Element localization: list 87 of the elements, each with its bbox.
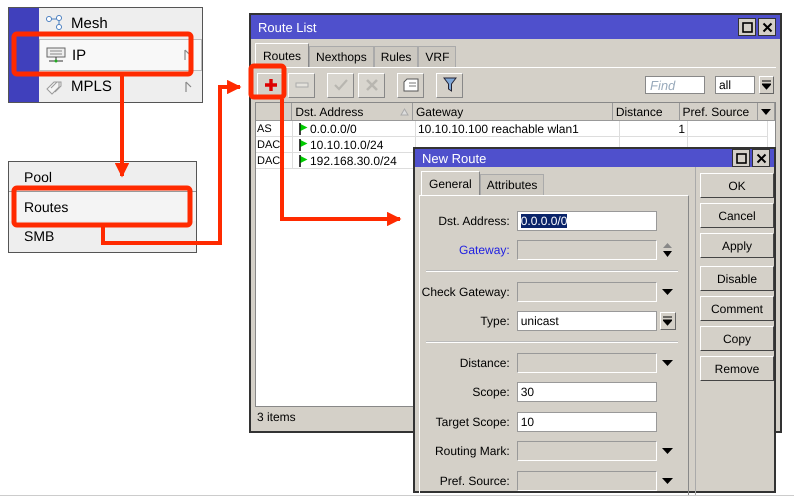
dialog-button[interactable]: OK — [700, 173, 774, 198]
dropdown-button[interactable] — [660, 312, 676, 330]
tab[interactable]: Routes — [255, 43, 310, 67]
maximize-button[interactable] — [738, 18, 756, 36]
table-cell: DAC — [257, 154, 280, 166]
dialog-button[interactable]: Disable — [700, 266, 774, 291]
input-field[interactable] — [516, 240, 658, 260]
table-cell: 10.10.10.100 reachable wlan1 — [418, 122, 579, 136]
input-field[interactable]: 0.0.0.0/0 — [516, 210, 658, 231]
field-label: Target Scope: — [434, 414, 511, 429]
maximize-icon — [736, 152, 746, 164]
input-field[interactable]: 30 — [516, 382, 658, 402]
find-field[interactable]: Find — [645, 76, 705, 94]
table-cell: 192.168.30.0/24 — [310, 154, 397, 168]
status-text: 3 items — [257, 410, 296, 424]
column-header[interactable] — [256, 103, 292, 121]
field-label: Scope: — [471, 385, 511, 400]
spinner-arrows-icon[interactable] — [662, 242, 674, 258]
caret-icon — [761, 108, 771, 114]
menu-item[interactable]: IP — [39, 38, 202, 72]
tab[interactable]: VRF — [418, 46, 456, 67]
menu-item[interactable]: MPLS — [39, 71, 202, 102]
menu-item[interactable]: Pool — [9, 162, 196, 191]
tab[interactable]: Nexthops — [309, 46, 374, 67]
close-icon — [762, 22, 772, 32]
field-label: Check Gateway: — [420, 284, 511, 299]
column-header[interactable]: Gateway — [412, 103, 613, 121]
tab[interactable]: Rules — [374, 46, 418, 67]
flag-icon — [299, 154, 308, 166]
filter-icon — [442, 77, 456, 93]
dialog-button[interactable]: Copy — [700, 326, 774, 351]
dropdown-arrow-icon[interactable] — [662, 448, 674, 454]
check-icon — [334, 78, 348, 92]
field-label: Dst. Address: — [437, 214, 511, 228]
dropdown-field[interactable] — [516, 282, 658, 302]
menu-item[interactable]: Routes — [9, 191, 196, 221]
dropdown-field[interactable] — [516, 352, 658, 373]
column-header[interactable]: Dst. Address — [292, 103, 413, 121]
table-cell: 1 — [678, 122, 685, 136]
cross-icon — [364, 78, 378, 92]
column-menu-button[interactable] — [758, 103, 775, 121]
dropdown-field[interactable]: unicast — [516, 311, 658, 332]
tab[interactable]: Attributes — [480, 174, 544, 195]
table-cell: 0.0.0.0/0 — [310, 122, 357, 136]
maximize-button[interactable] — [732, 149, 750, 167]
table-cell: AS — [257, 122, 272, 134]
filter-dropdown[interactable]: all — [715, 76, 755, 94]
dropdown-arrow-icon[interactable] — [662, 478, 674, 484]
field-label: Distance: — [458, 356, 511, 370]
column-header[interactable]: Pref. Source — [680, 103, 758, 121]
field-label: Type: — [479, 314, 511, 328]
dialog-button[interactable]: Cancel — [700, 203, 774, 228]
input-field[interactable]: 10 — [516, 412, 658, 432]
dialog-button[interactable]: Apply — [700, 233, 774, 258]
tab[interactable]: General — [421, 171, 480, 195]
close-button[interactable] — [758, 18, 776, 36]
note-icon — [402, 78, 418, 92]
caret-icon — [762, 80, 771, 90]
field-label: Routing Mark: — [434, 444, 511, 458]
dropdown-arrow-icon[interactable] — [662, 360, 674, 366]
close-icon — [756, 152, 766, 164]
toolbar-button[interactable] — [397, 72, 424, 98]
menu-item[interactable]: SMB — [9, 221, 196, 250]
window-title: Route List — [258, 20, 318, 34]
flag-icon — [299, 138, 308, 150]
monitor-icon — [46, 47, 66, 63]
dialog-button[interactable]: Comment — [700, 296, 774, 321]
maximize-icon — [742, 22, 752, 32]
column-header[interactable]: Distance — [612, 103, 680, 121]
dropdown-arrow-icon[interactable] — [662, 288, 674, 295]
table-cell: DAC — [257, 138, 280, 150]
plus-icon — [264, 78, 278, 92]
highlight-frame — [248, 64, 286, 100]
window-title: New Route — [422, 150, 488, 166]
dropdown-field[interactable] — [516, 441, 658, 462]
toolbar-button[interactable] — [436, 72, 463, 98]
field-label: Gateway: — [458, 243, 511, 258]
dropdown-button[interactable] — [759, 76, 774, 94]
caret-icon — [663, 316, 672, 326]
field-label: Pref. Source: — [438, 474, 511, 488]
dropdown-field[interactable] — [516, 470, 658, 491]
table-cell: 10.10.10.0/24 — [310, 138, 384, 152]
dialog-button[interactable]: Remove — [700, 356, 774, 381]
flag-icon — [299, 122, 308, 134]
network-nodes-icon — [45, 15, 65, 32]
close-button[interactable] — [752, 149, 770, 167]
menu-item[interactable]: Mesh — [39, 8, 202, 39]
